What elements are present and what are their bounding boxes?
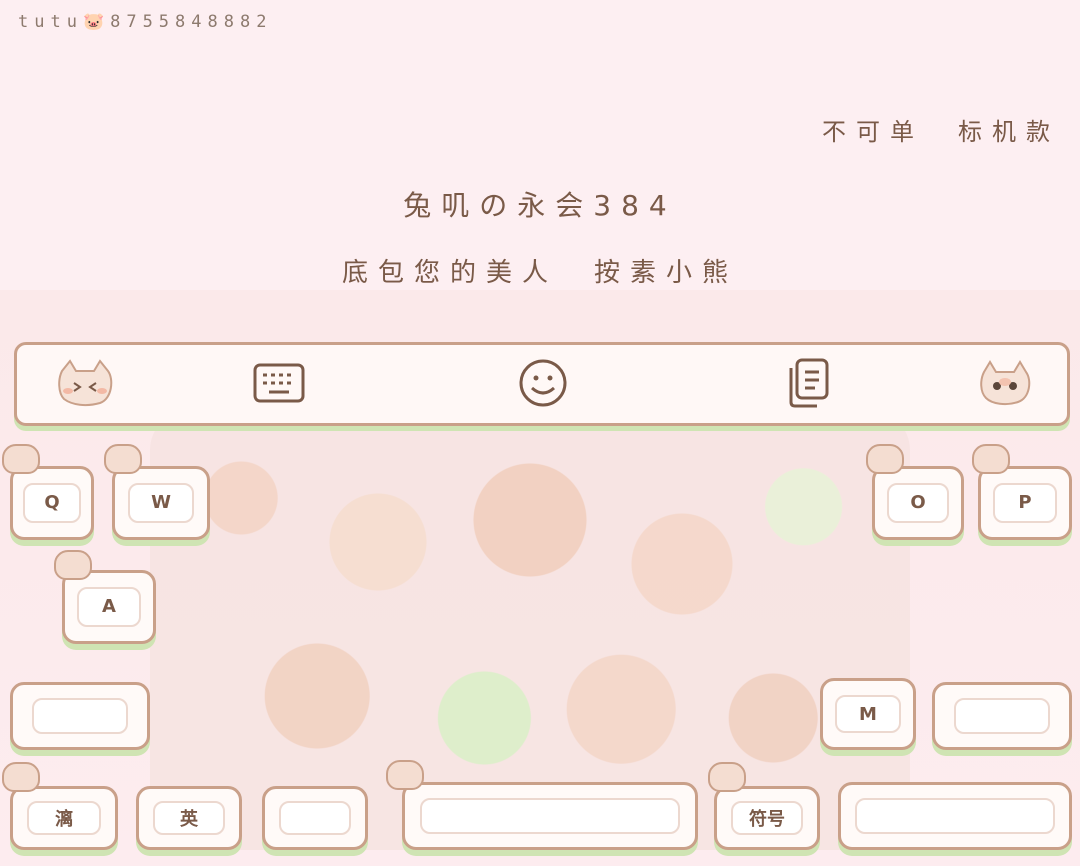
cat-decoration-icon (2, 762, 40, 792)
enter-key[interactable] (838, 782, 1072, 850)
cat-decoration-icon (54, 550, 92, 580)
english-key-label: 英 (180, 809, 198, 830)
key-o[interactable]: O (872, 466, 964, 540)
backspace-key[interactable] (932, 682, 1072, 750)
key-m-label: M (859, 703, 877, 725)
enter-key-face (854, 797, 1056, 835)
space-key[interactable] (402, 782, 698, 850)
cat-decoration-icon (972, 444, 1010, 474)
cat-sticker-icon[interactable] (55, 353, 115, 413)
key-a[interactable]: A (62, 570, 156, 644)
cat-decoration-icon (2, 444, 40, 474)
key-m[interactable]: M (820, 678, 916, 750)
cat-decoration-icon (708, 762, 746, 792)
header-id-text: tutu🐷8755848882 (18, 12, 273, 32)
keyboard: Q W O P A M 漓 英 符号 (0, 290, 1080, 866)
shift-key[interactable] (10, 682, 150, 750)
cat-decoration-icon (866, 444, 904, 474)
text-line-2: 兔叽の永会384 (403, 189, 677, 222)
key-w-label: W (151, 492, 171, 514)
text-line-3: 底包您的美人 按素小熊 (341, 258, 738, 288)
mode-key[interactable]: 漓 (10, 786, 118, 850)
key-q[interactable]: Q (10, 466, 94, 540)
backspace-key-face (954, 697, 1050, 735)
symbols-key-label: 符号 (749, 809, 785, 830)
key-q-label: Q (44, 492, 60, 514)
text-line-1: 不可单 标机款 (822, 118, 1060, 146)
keyboard-toolbar (14, 342, 1070, 426)
clipboard-icon[interactable] (777, 353, 837, 413)
key-w[interactable]: W (112, 466, 210, 540)
emoji-icon[interactable] (513, 353, 573, 413)
cat-decoration-icon (386, 760, 424, 790)
key-o-label: O (910, 492, 926, 514)
cat-sticker-icon[interactable] (975, 353, 1035, 413)
comma-key[interactable] (262, 786, 368, 850)
comma-key-face (279, 800, 351, 836)
key-a-label: A (102, 596, 116, 618)
keyboard-icon[interactable] (249, 353, 309, 413)
mode-key-label: 漓 (54, 809, 73, 830)
key-p-label: P (1018, 492, 1032, 514)
english-key[interactable]: 英 (136, 786, 242, 850)
symbols-key[interactable]: 符号 (714, 786, 820, 850)
key-p[interactable]: P (978, 466, 1072, 540)
cat-decoration-icon (104, 444, 142, 474)
shift-key-face (32, 697, 128, 735)
